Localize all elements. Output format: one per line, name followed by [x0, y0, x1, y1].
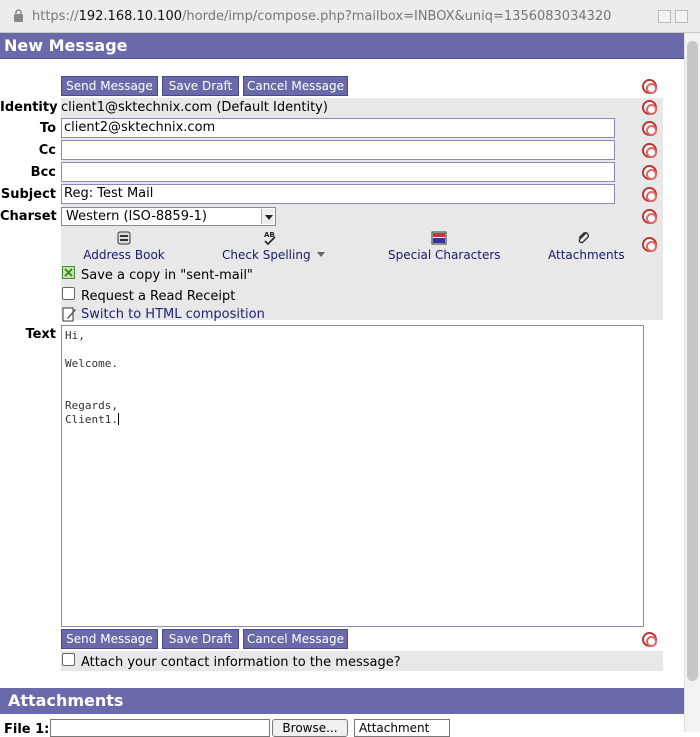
- file-1-input[interactable]: [50, 719, 270, 737]
- save-draft-button[interactable]: Save Draft: [162, 76, 239, 96]
- to-field[interactable]: client2@sktechnix.com: [61, 118, 615, 138]
- body-line: Regards,: [65, 399, 118, 412]
- disposition-value: Attachment: [359, 721, 430, 735]
- save-copy-checkbox[interactable]: [62, 266, 75, 279]
- disposition-select[interactable]: Attachment: [354, 719, 450, 737]
- attachments-tool[interactable]: Attachments: [548, 230, 625, 262]
- help-icon[interactable]: [642, 143, 657, 158]
- text-label: Text: [25, 327, 56, 342]
- check-spelling-tool[interactable]: AB Check Spelling: [222, 230, 326, 262]
- body-line: Client1.: [65, 413, 118, 426]
- save-copy-label[interactable]: Save a copy in "sent-mail": [81, 268, 253, 283]
- read-receipt-checkbox[interactable]: [62, 287, 75, 300]
- scrollbar-thumb[interactable]: [687, 41, 698, 681]
- url-text[interactable]: https://192.168.10.100/horde/imp/compose…: [32, 9, 611, 24]
- body-line: [65, 385, 640, 399]
- charset-label: Charset: [0, 209, 57, 224]
- cancel-message-button[interactable]: Cancel Message: [243, 76, 348, 96]
- help-icon[interactable]: [642, 165, 657, 180]
- cc-label: Cc: [38, 143, 56, 158]
- help-icon[interactable]: [642, 209, 657, 224]
- help-icon[interactable]: [642, 187, 657, 202]
- help-icon[interactable]: [642, 100, 657, 115]
- save-draft-button-bottom[interactable]: Save Draft: [162, 629, 239, 649]
- charset-select[interactable]: Western (ISO-8859-1): [61, 207, 276, 226]
- browser-url-bar[interactable]: https://192.168.10.100/horde/imp/compose…: [0, 0, 700, 33]
- address-book-label: Address Book: [83, 248, 165, 262]
- check-icon: [64, 268, 73, 277]
- bcc-field[interactable]: [61, 162, 615, 182]
- page-title: New Message: [0, 33, 684, 59]
- subject-label: Subject: [0, 187, 56, 202]
- send-message-button-bottom[interactable]: Send Message: [61, 629, 158, 649]
- text-cursor: [117, 413, 119, 425]
- read-receipt-label[interactable]: Request a Read Receipt: [81, 289, 235, 304]
- subject-field[interactable]: Reg: Test Mail: [61, 184, 615, 204]
- lock-icon: [14, 9, 23, 22]
- file-1-label: File 1:: [4, 722, 50, 737]
- help-icon[interactable]: [642, 632, 657, 647]
- spell-check-icon: AB: [264, 231, 276, 246]
- identity-value[interactable]: client1@sktechnix.com (Default Identity): [61, 100, 328, 115]
- bcc-label: Bcc: [30, 165, 56, 180]
- attachments-label: Attachments: [548, 248, 625, 262]
- body-line: Hi,: [65, 329, 85, 342]
- body-line: [65, 371, 640, 385]
- vertical-scrollbar[interactable]: [684, 33, 700, 732]
- help-icon[interactable]: [642, 237, 657, 252]
- charset-value: Western (ISO-8859-1): [66, 209, 208, 224]
- send-message-button[interactable]: Send Message: [61, 76, 158, 96]
- paperclip-icon: [578, 232, 589, 244]
- to-label: To: [39, 121, 56, 136]
- attachments-section-title: Attachments: [0, 688, 684, 714]
- special-characters-label: Special Characters: [388, 248, 501, 262]
- identity-label: Identity: [0, 100, 58, 115]
- chevron-down-icon: [261, 209, 274, 224]
- check-spelling-label: Check Spelling: [222, 248, 311, 262]
- switch-html-link[interactable]: Switch to HTML composition: [81, 307, 265, 322]
- attach-contact-checkbox[interactable]: [62, 653, 75, 666]
- special-characters-tool[interactable]: Special Characters: [388, 230, 501, 262]
- body-line: [65, 343, 640, 357]
- caret-down-icon: [317, 252, 326, 257]
- help-icon[interactable]: [642, 121, 657, 136]
- cancel-message-button-bottom[interactable]: Cancel Message: [243, 629, 348, 649]
- address-book-icon: [117, 231, 131, 245]
- page-action-icon[interactable]: [675, 10, 688, 23]
- bookmark-icon[interactable]: [658, 10, 671, 23]
- body-line: Welcome.: [65, 357, 118, 370]
- help-icon[interactable]: [642, 79, 657, 94]
- message-body-textarea[interactable]: Hi, Welcome. Regards, Client1.: [61, 325, 644, 627]
- browse-button[interactable]: Browse...: [272, 719, 348, 737]
- address-book-tool[interactable]: Address Book: [82, 230, 166, 262]
- attach-contact-label[interactable]: Attach your contact information to the m…: [81, 655, 401, 670]
- edit-icon: [62, 307, 76, 322]
- cc-field[interactable]: [61, 140, 615, 160]
- special-characters-icon: [431, 231, 447, 245]
